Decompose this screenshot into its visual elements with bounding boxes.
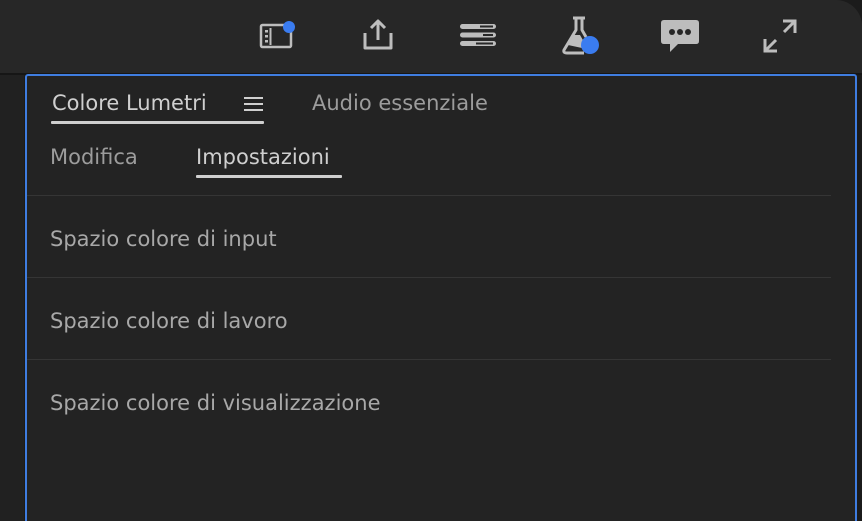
active-subtab-indicator — [196, 175, 342, 178]
tab-menu-icon[interactable] — [244, 96, 263, 112]
panel-notification-icon[interactable] — [256, 14, 300, 58]
subtab-modifica[interactable]: Modifica — [50, 145, 138, 169]
tab-colore-lumetri[interactable]: Colore Lumetri — [52, 91, 207, 115]
settings-row-input-color-space[interactable]: Spazio colore di input — [27, 195, 831, 276]
fullscreen-icon[interactable] — [758, 14, 802, 58]
tab-audio-essenziale[interactable]: Audio essenziale — [312, 91, 488, 115]
app-window: Colore Lumetri Audio essenziale Modifica… — [0, 0, 862, 521]
row-label: Spazio colore di input — [50, 227, 277, 251]
active-tab-indicator — [51, 121, 264, 124]
settings-row-display-color-space[interactable]: Spazio colore di visualizzazione — [27, 359, 831, 440]
left-panel-edge — [0, 75, 24, 521]
sliders-icon[interactable] — [456, 14, 500, 58]
subtab-impostazioni[interactable]: Impostazioni — [196, 145, 330, 169]
comment-icon[interactable] — [658, 14, 702, 58]
row-label: Spazio colore di visualizzazione — [50, 391, 381, 415]
lumetri-panel: Colore Lumetri Audio essenziale Modifica… — [25, 74, 857, 521]
settings-row-working-color-space[interactable]: Spazio colore di lavoro — [27, 277, 831, 358]
export-icon[interactable] — [356, 14, 400, 58]
flask-icon[interactable] — [558, 14, 602, 58]
row-label: Spazio colore di lavoro — [50, 309, 288, 333]
top-toolbar — [0, 0, 862, 73]
